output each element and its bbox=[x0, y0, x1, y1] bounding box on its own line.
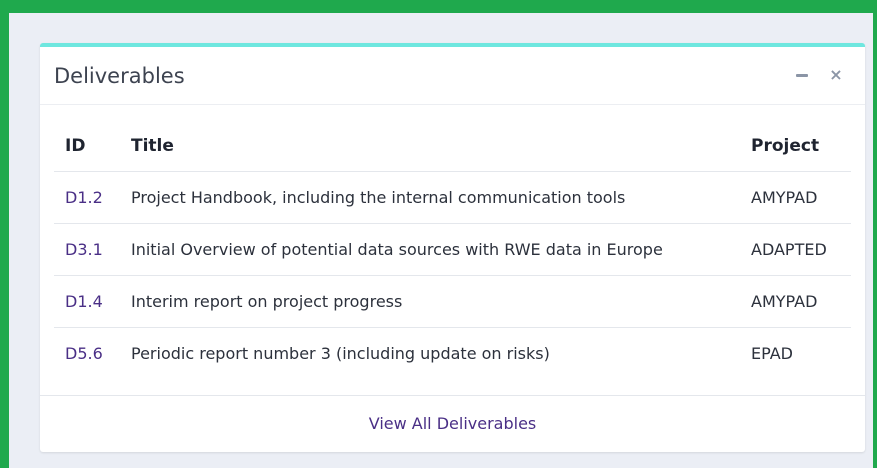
deliverable-id-link[interactable]: D1.4 bbox=[65, 292, 103, 311]
deliverables-widget: Deliverables × ID Title Project D1.2 Pro… bbox=[40, 43, 865, 452]
widget-header: Deliverables × bbox=[40, 47, 865, 105]
minus-icon bbox=[796, 73, 808, 77]
highlight-frame: Deliverables × ID Title Project D1.2 Pro… bbox=[0, 0, 877, 468]
minimize-button[interactable] bbox=[791, 64, 813, 86]
deliverable-title: Periodic report number 3 (including upda… bbox=[131, 344, 550, 363]
deliverable-title: Project Handbook, including the internal… bbox=[131, 188, 626, 207]
deliverable-id-link[interactable]: D3.1 bbox=[65, 240, 103, 259]
view-all-deliverables-link[interactable]: View All Deliverables bbox=[40, 414, 865, 433]
widget-footer: View All Deliverables bbox=[40, 395, 865, 452]
column-header-id: ID bbox=[65, 136, 86, 156]
table-row: D1.4 Interim report on project progress … bbox=[54, 276, 851, 328]
deliverable-id-link[interactable]: D1.2 bbox=[65, 188, 103, 207]
table-row: D1.2 Project Handbook, including the int… bbox=[54, 172, 851, 224]
table-header-row: ID Title Project bbox=[54, 106, 851, 172]
deliverable-project: ADAPTED bbox=[751, 240, 827, 259]
table-row: D5.6 Periodic report number 3 (including… bbox=[54, 328, 851, 380]
deliverables-table: ID Title Project D1.2 Project Handbook, … bbox=[54, 106, 851, 380]
table-row: D3.1 Initial Overview of potential data … bbox=[54, 224, 851, 276]
deliverable-project: AMYPAD bbox=[751, 188, 818, 207]
close-button[interactable]: × bbox=[825, 64, 847, 86]
widget-title: Deliverables bbox=[54, 64, 185, 88]
deliverable-title: Initial Overview of potential data sourc… bbox=[131, 240, 663, 259]
column-header-title: Title bbox=[131, 136, 174, 156]
deliverable-project: EPAD bbox=[751, 344, 793, 363]
deliverable-project: AMYPAD bbox=[751, 292, 818, 311]
deliverable-title: Interim report on project progress bbox=[131, 292, 403, 311]
close-icon: × bbox=[829, 65, 843, 84]
column-header-project: Project bbox=[751, 136, 820, 156]
deliverable-id-link[interactable]: D5.6 bbox=[65, 344, 103, 363]
